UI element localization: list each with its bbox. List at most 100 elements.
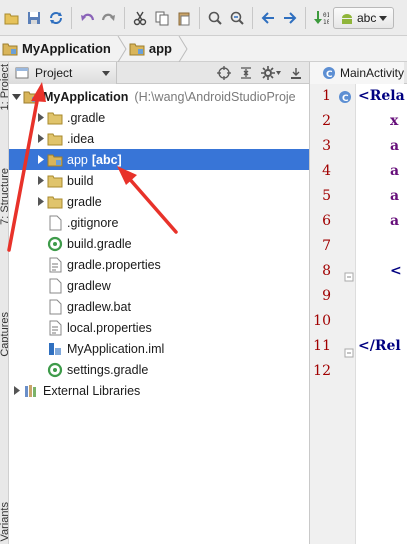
tree-row-gradlew-bat[interactable]: gradlew.bat	[9, 296, 309, 317]
tree-row-label: gradle.properties	[67, 257, 161, 272]
captures-tool-button[interactable]: Captures	[0, 312, 8, 357]
build-variants-tool-button[interactable]: Build Variants	[0, 502, 8, 544]
module-folder-icon	[129, 43, 145, 55]
main-toolbar: 01 10 abc	[0, 0, 407, 36]
project-tool-button[interactable]: 1: Project	[0, 64, 8, 110]
tree-row-label: .gradle	[67, 110, 106, 125]
tool-window-stripe: 1: Project 7: Structure Captures Build V…	[0, 62, 9, 544]
collapsed-arrow-icon[interactable]	[33, 134, 47, 143]
build-variant-badge: [abc]	[91, 152, 122, 167]
file-icon	[47, 278, 63, 294]
gradle-file-icon	[47, 362, 63, 378]
folder-icon	[47, 194, 63, 210]
tree-row-iml[interactable]: MyApplication.iml	[9, 338, 309, 359]
breadcrumb-item-myapplication[interactable]: MyApplication	[0, 36, 117, 62]
svg-text:C: C	[326, 70, 333, 80]
find-icon[interactable]	[205, 7, 225, 29]
tree-row-settings-gradle[interactable]: settings.gradle	[9, 359, 309, 380]
line-number: 1	[322, 88, 331, 104]
fold-marker-icon[interactable]	[344, 348, 354, 358]
line-number: 10	[313, 313, 331, 329]
tree-row-gradle-dir[interactable]: .gradle	[9, 107, 309, 128]
project-path: (H:\wang\AndroidStudioProje	[134, 89, 296, 104]
tree-row-label: gradlew.bat	[67, 299, 131, 314]
tree-row-external-libraries[interactable]: External Libraries	[9, 380, 309, 401]
collapsed-arrow-icon[interactable]	[9, 386, 23, 395]
paste-icon[interactable]	[174, 7, 194, 29]
svg-text:10: 10	[323, 19, 329, 26]
svg-text:01: 01	[323, 12, 329, 19]
tab-label: MainActivity	[340, 65, 405, 80]
tree-row-label: .gitignore	[67, 215, 119, 230]
cut-icon[interactable]	[130, 7, 150, 29]
undo-icon[interactable]	[77, 7, 97, 29]
tree-row-label: local.properties	[67, 320, 152, 335]
tree-row-gradle[interactable]: gradle	[9, 191, 309, 212]
project-tool-window: Project MyApplication (H:\wang\AndroidSt…	[9, 61, 309, 544]
expanded-arrow-icon[interactable]	[9, 92, 23, 101]
tree-row-local-properties[interactable]: local.properties	[9, 317, 309, 338]
breadcrumb-item-app[interactable]: app	[127, 36, 178, 62]
line-number: 7	[322, 238, 331, 254]
tree-row-label: External Libraries	[43, 383, 141, 398]
line-number: 8	[322, 263, 331, 279]
run-configuration-label: abc	[357, 10, 377, 25]
collapsed-arrow-icon[interactable]	[33, 113, 47, 122]
tree-row-gradlew[interactable]: gradlew	[9, 275, 309, 296]
gradle-file-icon	[47, 236, 63, 252]
editor-tab-bar: C MainActivity	[310, 61, 407, 84]
module-folder-icon	[47, 152, 63, 168]
tree-row-build-gradle[interactable]: build.gradle	[9, 233, 309, 254]
android-studio-window: 01 10 abc MyApplication app 1: Project 7:…	[0, 0, 407, 544]
project-panel-actions	[217, 65, 309, 80]
code-text[interactable]: <Rela x a a a a < </Rel	[358, 84, 407, 544]
scroll-from-source-icon[interactable]	[217, 65, 231, 80]
hide-panel-icon[interactable]	[289, 66, 303, 80]
tree-row-idea[interactable]: .idea	[9, 128, 309, 149]
android-icon	[342, 13, 352, 24]
tree-row-build[interactable]: build	[9, 170, 309, 191]
save-icon[interactable]	[24, 7, 44, 29]
redo-icon[interactable]	[99, 7, 119, 29]
libraries-icon	[23, 383, 39, 399]
forward-icon[interactable]	[280, 7, 300, 29]
breadcrumb-label: app	[148, 41, 172, 56]
toolbar-separator	[252, 6, 253, 29]
collapsed-arrow-icon[interactable]	[33, 197, 47, 206]
replace-icon[interactable]	[227, 7, 247, 29]
breadcrumb-separator-icon	[117, 35, 127, 62]
tree-row-gradle-properties[interactable]: gradle.properties	[9, 254, 309, 275]
code-line: x	[390, 113, 399, 129]
structure-tool-button[interactable]: 7: Structure	[0, 168, 8, 225]
collapsed-arrow-icon[interactable]	[33, 155, 47, 164]
line-number: 11	[313, 338, 331, 354]
tree-row-myapplication[interactable]: MyApplication (H:\wang\AndroidStudioProj…	[9, 86, 309, 107]
tree-row-gitignore[interactable]: .gitignore	[9, 212, 309, 233]
copy-icon[interactable]	[152, 7, 172, 29]
fold-marker-icon[interactable]	[342, 92, 354, 104]
code-line: a	[390, 213, 400, 229]
chevron-down-icon	[379, 15, 388, 21]
file-icon	[47, 299, 63, 315]
project-view-label: Project	[35, 65, 73, 80]
collapse-all-icon[interactable]	[239, 66, 253, 80]
editor-area: C MainActivity 1 2 3 4 5 6 7 8 9 10 11 1…	[309, 61, 407, 544]
open-icon[interactable]	[2, 7, 22, 29]
sync-icon[interactable]	[46, 7, 66, 29]
properties-file-icon	[47, 257, 63, 273]
line-number: 3	[322, 138, 331, 154]
collapsed-arrow-icon[interactable]	[33, 176, 47, 185]
tree-row-label: gradle	[67, 194, 102, 209]
fold-marker-icon[interactable]	[344, 272, 354, 282]
make-project-icon[interactable]: 01 10	[311, 7, 331, 29]
line-number: 2	[322, 113, 331, 129]
run-configuration-combo[interactable]: abc	[333, 6, 395, 29]
settings-gear-icon[interactable]	[261, 65, 281, 80]
module-folder-icon	[23, 89, 39, 105]
tab-mainactivity[interactable]: C MainActivity	[310, 61, 405, 84]
line-number: 4	[322, 163, 331, 179]
navigation-breadcrumb: MyApplication app	[0, 35, 407, 62]
back-icon[interactable]	[258, 7, 278, 29]
tree-row-app[interactable]: app [abc]	[9, 149, 309, 170]
project-view-selector[interactable]: Project	[9, 61, 117, 84]
